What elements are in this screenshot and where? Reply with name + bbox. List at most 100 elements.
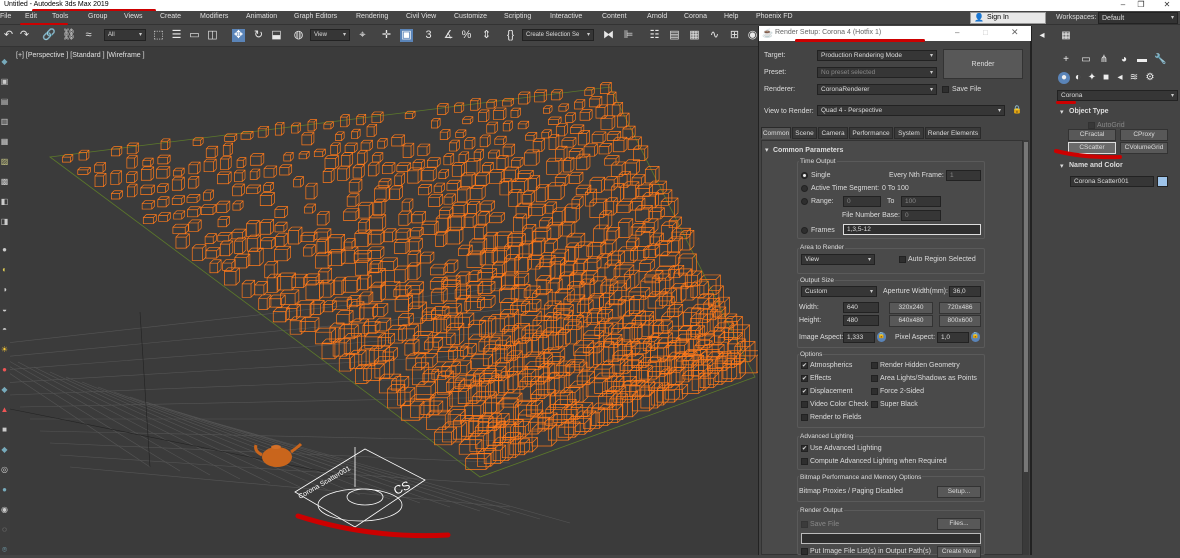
close-button[interactable]: ✕ [1160,0,1174,11]
option-checkbox[interactable] [871,362,878,369]
lock-pixel-aspect-icon[interactable]: 🔒 [971,332,980,342]
menu-item-create[interactable]: Create [160,13,181,20]
menu-item-file[interactable]: File [0,13,11,20]
save-file-checkbox[interactable] [942,86,949,93]
selection-filter-select[interactable]: All ▾ [104,29,146,41]
frames-radio[interactable] [801,227,808,234]
cfractal-button[interactable]: CFractal [1068,129,1116,141]
reference-coordinate-select[interactable]: View ▾ [310,29,350,41]
systems-icon[interactable]: ⚙ [1144,72,1156,84]
tool-icon[interactable]: ◉ [0,505,9,514]
preset-640x480-button[interactable]: 640x480 [889,315,933,327]
link-icon[interactable]: 🔗 [42,29,56,42]
rollout-collapse-icon[interactable]: ▾ [1060,162,1064,170]
tool-icon[interactable]: ◆ [0,385,9,394]
lock-icon[interactable]: 🔒 [1012,105,1022,114]
preset-720x486-button[interactable]: 720x486 [939,302,981,314]
unlink-icon[interactable]: ⛓ [62,29,76,42]
viewport-canvas[interactable]: CS Corona Scatter001 [10,47,758,555]
move-icon[interactable]: ✥ [232,29,245,42]
output-path-field[interactable] [801,533,981,544]
menu-item-scripting[interactable]: Scripting [504,13,531,20]
target-select[interactable]: Production Rendering Mode ▾ [817,50,937,61]
range-from-spinner[interactable]: 0 [843,196,881,207]
preset-select[interactable]: No preset selected ▾ [817,67,937,78]
viewport-label[interactable]: [+] [Perspective ] [Standard ] [Wirefram… [16,52,145,59]
sun-icon[interactable]: ☀ [0,345,9,354]
tool-icon[interactable]: ● [0,245,9,254]
tool-icon[interactable]: ◆ [0,57,9,66]
tool-icon[interactable]: ◑ [0,285,9,294]
option-checkbox[interactable]: ✔ [801,362,808,369]
menu-item-graph-editors[interactable]: Graph Editors [294,13,337,20]
tool-icon[interactable]: ◎ [0,465,9,474]
align-icon[interactable]: ⊫ [622,29,635,42]
auto-region-checkbox[interactable] [899,256,906,263]
range-to-spinner[interactable]: 100 [901,196,941,207]
perspective-viewport[interactable]: CS Corona Scatter001 [+] [Perspective ] … [10,47,758,555]
layer-explorer-icon[interactable]: ▤ [668,29,681,42]
scene-explorer-icon[interactable]: ☷ [648,29,661,42]
tab-render-elements[interactable]: Render Elements [925,127,981,139]
renderer-select[interactable]: CoronaRenderer ▾ [817,84,937,95]
option-checkbox[interactable] [871,375,878,382]
undo-icon[interactable]: ↶ [2,29,15,42]
create-now-button[interactable]: Create Now [937,546,981,558]
minimize-button[interactable]: – [955,28,959,37]
option-checkbox[interactable] [801,401,808,408]
pivot-center-icon[interactable]: ⌖ [356,29,369,42]
compute-advanced-lighting-checkbox[interactable] [801,458,808,465]
mirror-icon[interactable]: ⧓ [602,29,615,42]
menu-item-help[interactable]: Help [724,13,738,20]
tool-icon[interactable]: ◧ [0,197,9,206]
menu-item-corona[interactable]: Corona [684,13,707,20]
pin-icon[interactable]: ▦ [1060,30,1072,42]
menu-item-tools[interactable]: Tools [52,13,68,20]
menu-item-arnold[interactable]: Arnold [647,13,667,20]
hierarchy-tab-icon[interactable]: ⋔ [1098,54,1110,66]
autogrid-checkbox[interactable] [1088,122,1095,129]
tool-icon[interactable]: ◨ [0,217,9,226]
scale-icon[interactable]: ⬓ [270,29,283,42]
menu-item-views[interactable]: Views [124,13,143,20]
tool-icon[interactable]: ◒ [0,305,9,314]
tab-camera[interactable]: Camera [818,127,848,139]
rollout-collapse-icon[interactable]: ▾ [1060,108,1064,116]
create-tab-icon[interactable]: + [1060,54,1072,66]
render-output-save-checkbox[interactable] [801,521,808,528]
edit-named-selection-icon[interactable]: {} [504,29,517,42]
preset-320x240-button[interactable]: 320x240 [889,302,933,314]
menu-item-customize[interactable]: Customize [454,13,487,20]
object-category-select[interactable]: Corona ▾ [1057,90,1178,101]
menu-item-civil-view[interactable]: Civil View [406,13,436,20]
redo-icon[interactable]: ↷ [18,29,31,42]
window-crossing-icon[interactable]: ◫ [206,29,219,42]
tool-icon[interactable]: ● [0,485,9,494]
height-spinner[interactable]: 480 [843,315,879,326]
scrollbar[interactable] [1023,140,1029,555]
percent-snap-icon[interactable]: % [460,29,473,42]
shapes-icon[interactable]: ◐ [1072,72,1084,84]
object-name-input[interactable]: Corona Scatter001 [1070,176,1154,187]
frames-input[interactable]: 1,3,5-12 [843,224,981,235]
curve-editor-icon[interactable]: ∿ [708,29,721,42]
menu-item-group[interactable]: Group [88,13,107,20]
restore-button[interactable]: ❐ [1134,0,1148,11]
rectangular-selection-icon[interactable]: ▭ [188,29,201,42]
geometry-icon[interactable]: ● [1058,72,1070,84]
menu-item-modifiers[interactable]: Modifiers [200,13,228,20]
angle-snap-icon[interactable]: ∡ [442,29,455,42]
active-segment-radio[interactable] [801,185,808,192]
tab-performance[interactable]: Performance [849,127,893,139]
place-icon[interactable]: ◍ [292,29,305,42]
select-object-icon[interactable]: ⬚ [152,29,165,42]
bitmap-setup-button[interactable]: Setup... [937,486,981,498]
tool-icon[interactable]: ▩ [0,177,9,186]
range-radio[interactable] [801,198,808,205]
tool-icon[interactable]: ● [0,365,9,374]
spinner-snap-icon[interactable]: ⇕ [480,29,493,42]
tool-icon[interactable]: ▣ [0,77,9,86]
rollout-collapse-icon[interactable]: ▾ [765,146,769,154]
close-button[interactable]: ✕ [1011,27,1019,38]
use-advanced-lighting-checkbox[interactable]: ✔ [801,445,808,452]
